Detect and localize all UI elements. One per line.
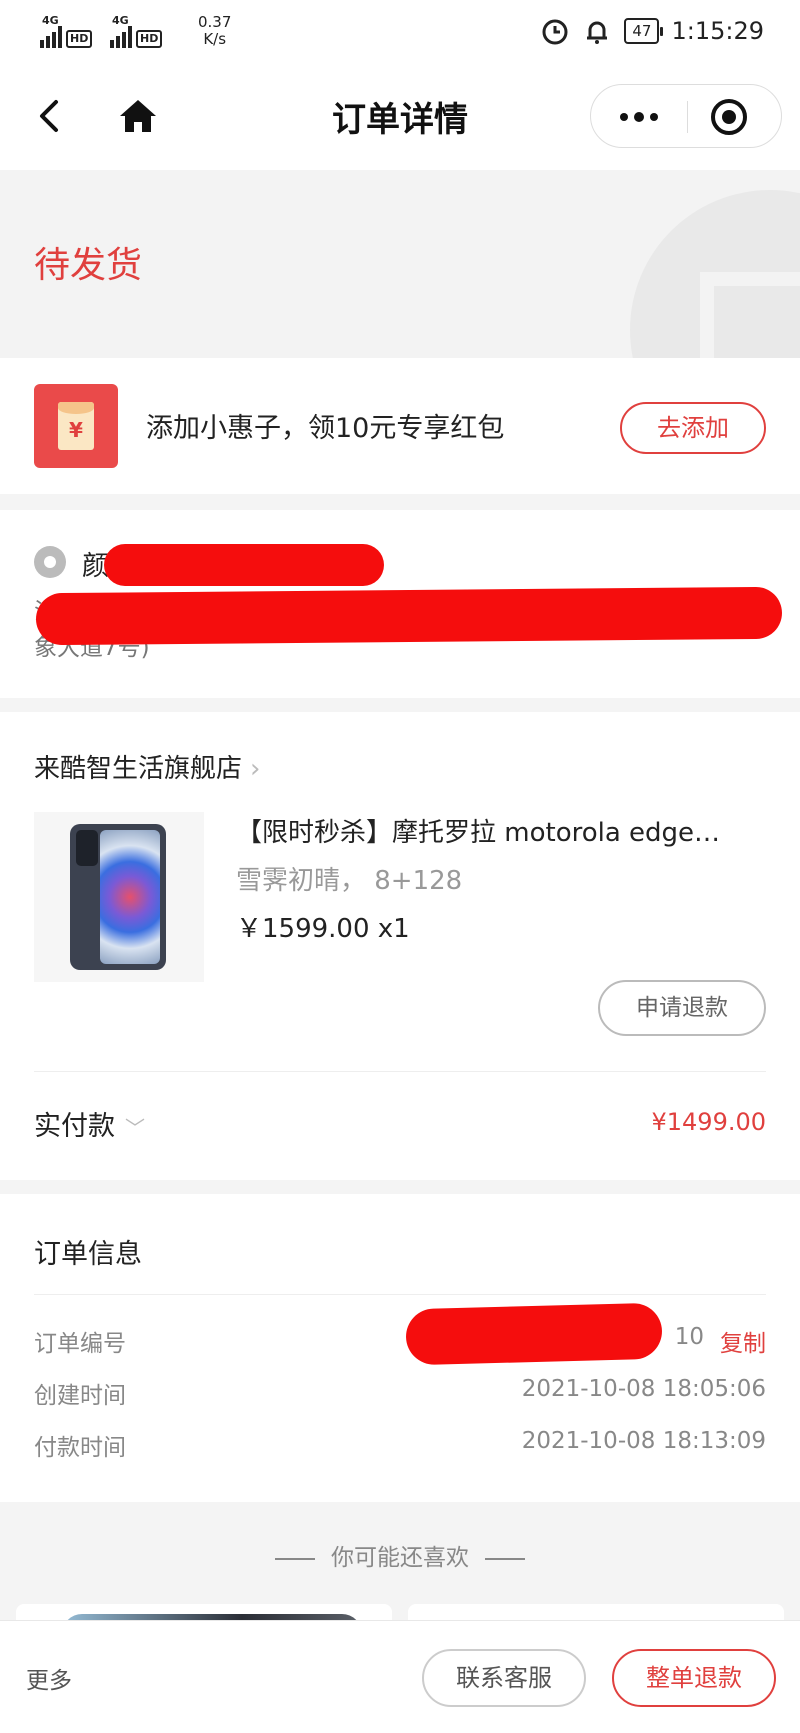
alarm-icon xyxy=(542,19,568,45)
yuan-glyph: ¥ xyxy=(69,418,83,442)
divider xyxy=(34,1071,766,1072)
paid-amount-toggle[interactable]: 实付款 ﹀ xyxy=(34,1104,145,1143)
divider xyxy=(34,1294,766,1295)
mini-program-capsule xyxy=(590,84,782,148)
clock: 1:15:29 xyxy=(671,17,764,45)
target-icon[interactable] xyxy=(711,99,747,135)
red-packet-banner: ¥ 添加小惠子，领10元专享红包 去添加 xyxy=(0,358,800,494)
address-card[interactable]: 颜 江西 象大道7号) xyxy=(0,510,800,698)
signal-bars-icon xyxy=(110,26,134,48)
bell-icon xyxy=(587,21,608,44)
order-info-title: 订单信息 xyxy=(34,1239,142,1270)
recommendations: 你可能还喜欢 xyxy=(0,1502,800,1644)
more-button[interactable]: 更多 xyxy=(26,1661,72,1695)
redaction-mark xyxy=(405,1302,663,1366)
signal-1: 4G HD xyxy=(40,14,93,48)
product-spec: 雪霁初晴， 8+128 xyxy=(236,866,463,896)
redaction-mark xyxy=(35,586,783,646)
network-type-1: 4G xyxy=(42,14,59,27)
location-pin-icon xyxy=(34,546,66,578)
redaction-mark xyxy=(104,544,384,586)
battery-indicator: 47 xyxy=(624,18,664,44)
signal-bars-icon xyxy=(40,26,64,48)
promo-text: 添加小惠子，领10元专享红包 xyxy=(146,413,505,444)
recommend-heading: 你可能还喜欢 xyxy=(0,1538,800,1572)
product-price: ￥1599.00 x1 xyxy=(236,914,410,944)
speed-value: 0.37 xyxy=(198,13,232,31)
full-refund-button[interactable]: 整单退款 xyxy=(612,1649,776,1707)
order-number-value: 10 xyxy=(674,1324,704,1350)
store-name[interactable]: 来酷智生活旗舰店 › xyxy=(34,748,260,785)
network-speed: 0.37 K/s xyxy=(198,14,231,48)
hd-badge-1: HD xyxy=(66,30,93,48)
order-info: 订单信息 订单编号 10 复制 创建时间 2021-10-08 18:05:06… xyxy=(0,1194,800,1502)
order-number-label: 订单编号 xyxy=(34,1331,126,1357)
speed-unit: K/s xyxy=(203,30,227,48)
status-decoration-box xyxy=(700,272,800,358)
status-right: 47 1:15:29 xyxy=(540,16,764,46)
created-time-value: 2021-10-08 18:05:06 xyxy=(521,1376,766,1402)
paid-time-row: 付款时间 2021-10-08 18:13:09 xyxy=(34,1428,766,1462)
add-button[interactable]: 去添加 xyxy=(620,402,766,454)
product-thumbnail[interactable] xyxy=(34,812,204,982)
capsule-divider xyxy=(687,101,688,133)
product-title[interactable]: 【限时秒杀】摩托罗拉 motorola edge… xyxy=(236,812,766,849)
paid-label: 实付款 xyxy=(34,1111,115,1142)
network-type-2: 4G xyxy=(112,14,129,27)
contact-service-button[interactable]: 联系客服 xyxy=(422,1649,586,1707)
store-name-label: 来酷智生活旗舰店 xyxy=(34,754,243,784)
signal-2: 4G HD xyxy=(110,14,163,48)
status-bar: 4G HD 4G HD 0.37 K/s 47 1:15:29 xyxy=(0,0,800,68)
paid-amount: ¥1499.00 xyxy=(651,1108,766,1136)
paid-time-value: 2021-10-08 18:13:09 xyxy=(521,1428,766,1454)
chevron-right-icon: › xyxy=(250,754,261,784)
more-dots-icon[interactable] xyxy=(591,85,687,149)
paid-time-label: 付款时间 xyxy=(34,1435,126,1461)
order-status-text: 待发货 xyxy=(34,245,143,286)
bottom-action-bar: 更多 联系客服 整单退款 xyxy=(0,1620,800,1733)
store-card: 来酷智生活旗舰店 › 【限时秒杀】摩托罗拉 motorola edge… 雪霁初晴… xyxy=(0,712,800,1180)
copy-button[interactable]: 复制 xyxy=(720,1324,766,1358)
nav-bar: 订单详情 xyxy=(0,68,800,170)
apply-refund-button[interactable]: 申请退款 xyxy=(598,980,766,1036)
created-time-row: 创建时间 2021-10-08 18:05:06 xyxy=(34,1376,766,1410)
order-status-header: 待发货 xyxy=(0,170,800,358)
red-packet-icon: ¥ xyxy=(34,384,118,468)
hd-badge-2: HD xyxy=(136,30,163,48)
chevron-down-icon: ﹀ xyxy=(125,1116,145,1140)
phone-image xyxy=(70,824,166,970)
created-time-label: 创建时间 xyxy=(34,1383,126,1409)
recommend-heading-text: 你可能还喜欢 xyxy=(331,1545,469,1571)
